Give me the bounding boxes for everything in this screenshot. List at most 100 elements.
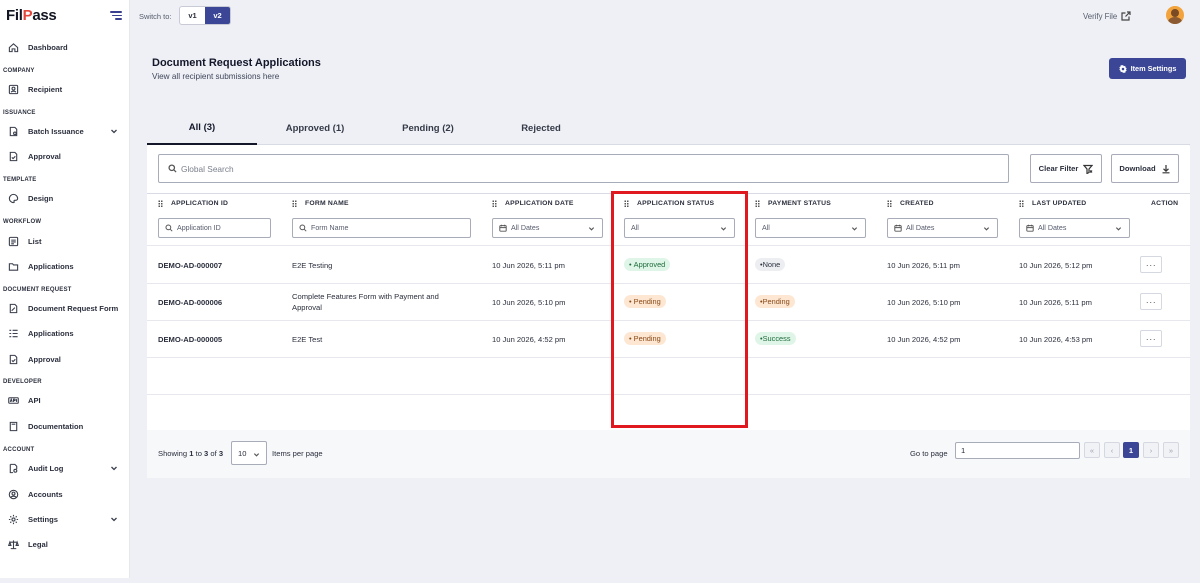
row-action-button[interactable]: ··· (1140, 293, 1162, 310)
sidebar-item-api[interactable]: API (8, 393, 126, 407)
sidebar-item-document-request-form[interactable]: Document Request Form (8, 301, 126, 315)
sidebar-item-list[interactable]: List (8, 234, 126, 248)
clear-filter-button[interactable]: Clear Filter (1030, 154, 1102, 183)
api-icon (8, 395, 19, 406)
payment-badge: • None (755, 258, 786, 271)
prev-page-button[interactable]: ‹ (1104, 442, 1120, 458)
drag-handle-icon[interactable] (292, 200, 297, 207)
sidebar-item-settings[interactable]: Settings (8, 512, 126, 526)
sidebar-item-request-applications[interactable]: Applications (8, 326, 126, 340)
calendar-icon (1026, 224, 1034, 232)
sidebar-item-design[interactable]: Design (8, 191, 126, 205)
chevron-down-icon (588, 227, 595, 231)
created-filter[interactable]: All Dates (887, 218, 998, 238)
payment-status-filter[interactable]: All (755, 218, 866, 238)
avatar[interactable] (1166, 6, 1184, 24)
page-1-button[interactable]: 1 (1123, 442, 1139, 458)
last-updated-cell: 10 Jun 2026, 5:11 pm (1019, 298, 1092, 307)
chevron-down-icon[interactable] (110, 515, 118, 523)
tab-all[interactable]: All (3) (147, 112, 257, 145)
menu-toggle-icon[interactable] (110, 11, 122, 20)
column-header-form-name[interactable]: FORM NAME (292, 200, 349, 207)
column-header-application-date[interactable]: APPLICATION DATE (492, 200, 574, 207)
tab-pending[interactable]: Pending (2) (373, 112, 483, 145)
sidebar-item-label: Settings (28, 514, 58, 524)
v2-button[interactable]: v2 (205, 7, 230, 24)
created-cell: 10 Jun 2026, 5:10 pm (887, 298, 961, 307)
sidebar-item-dashboard[interactable]: Dashboard (8, 40, 126, 54)
sidebar-item-recipient[interactable]: Recipient (8, 82, 126, 96)
form-name-cell: E2E Testing (292, 261, 333, 270)
last-updated-cell: 10 Jun 2026, 5:12 pm (1019, 261, 1093, 270)
sidebar-item-accounts[interactable]: Accounts (8, 487, 126, 501)
sidebar-item-documentation[interactable]: Documentation (8, 419, 126, 433)
sidebar-item-approval[interactable]: Approval (8, 149, 126, 163)
showing-count: Showing 1 to 3 of 3 (158, 449, 224, 458)
column-header-created[interactable]: CREATED (887, 200, 934, 207)
item-settings-button[interactable]: Item Settings (1109, 58, 1186, 79)
application-id-cell: DEMO-AD-000006 (158, 298, 223, 307)
palette-icon (8, 193, 19, 204)
drag-handle-icon[interactable] (1019, 200, 1024, 207)
sidebar: FilPass Dashboard COMPANY Recipient ISSU… (0, 0, 130, 578)
page-title: Document Request Applications (152, 57, 321, 69)
last-updated-filter[interactable]: All Dates (1019, 218, 1130, 238)
sidebar-item-label: Accounts (28, 489, 63, 499)
pagination-bar: Showing 1 to 3 of 3 10 Items per page Go… (147, 430, 1190, 478)
items-per-page-select[interactable]: 10 (231, 441, 267, 465)
column-header-application-id[interactable]: APPLICATION ID (158, 200, 228, 207)
sidebar-item-label: API (28, 395, 41, 405)
sidebar-item-batch-issuance[interactable]: Batch Issuance (8, 124, 126, 138)
chevron-down-icon (1115, 227, 1122, 231)
section-label: ACCOUNT (3, 447, 35, 453)
sidebar-item-applications[interactable]: Applications (8, 259, 126, 273)
chevron-down-icon[interactable] (110, 464, 118, 472)
payment-badge: • Pending (755, 295, 795, 308)
user-circle-icon (8, 489, 19, 500)
sidebar-item-audit-log[interactable]: Audit Log (8, 461, 126, 475)
column-header-payment-status[interactable]: PAYMENT STATUS (755, 200, 831, 207)
application-id-filter[interactable]: Application ID (158, 218, 271, 238)
next-page-button[interactable]: › (1143, 442, 1159, 458)
row-action-button[interactable]: ··· (1140, 256, 1162, 273)
drag-handle-icon[interactable] (492, 200, 497, 207)
tab-rejected[interactable]: Rejected (486, 112, 596, 145)
form-name-filter[interactable]: Form Name (292, 218, 471, 238)
download-label: Download (1119, 164, 1156, 173)
drag-handle-icon[interactable] (887, 200, 892, 207)
go-to-page-label: Go to page (910, 449, 948, 458)
v1-button[interactable]: v1 (180, 7, 205, 24)
section-label: COMPANY (3, 68, 35, 74)
sidebar-item-legal[interactable]: Legal (8, 537, 126, 551)
chevron-down-icon[interactable] (110, 127, 118, 135)
external-link-icon (1121, 11, 1131, 21)
download-button[interactable]: Download (1111, 154, 1179, 183)
form-name-cell: Complete Features Form with Payment and (292, 292, 439, 301)
sidebar-item-request-approval[interactable]: Approval (8, 352, 126, 366)
calendar-icon (499, 224, 507, 232)
form-name-cell: E2E Test (292, 335, 323, 344)
tab-approved[interactable]: Approved (1) (260, 112, 370, 145)
drag-handle-icon[interactable] (158, 200, 163, 207)
global-search-input[interactable]: Global Search (158, 154, 1009, 183)
sidebar-item-label: Legal (28, 539, 48, 549)
first-page-button[interactable]: « (1084, 442, 1100, 458)
drag-handle-icon[interactable] (755, 200, 760, 207)
verify-file-link[interactable]: Verify File (1083, 11, 1131, 21)
gear-icon (8, 514, 19, 525)
go-to-page-input[interactable]: 1 (955, 442, 1080, 459)
row-action-button[interactable]: ··· (1140, 330, 1162, 347)
sidebar-item-label: Audit Log (28, 463, 64, 473)
checklist-icon (8, 328, 19, 339)
application-date-filter[interactable]: All Dates (492, 218, 603, 238)
verify-file-label: Verify File (1083, 11, 1118, 21)
column-header-last-updated[interactable]: LAST UPDATED (1019, 200, 1086, 207)
application-id-cell: DEMO-AD-000005 (158, 335, 223, 344)
sidebar-item-label: Approval (28, 151, 61, 161)
form-name-cell-line2: Approval (292, 303, 322, 312)
last-page-button[interactable]: » (1163, 442, 1179, 458)
folder-icon (8, 261, 19, 272)
filter-clear-icon (1083, 164, 1094, 174)
section-label: ISSUANCE (3, 110, 36, 116)
filpass-logo[interactable]: FilPass (6, 7, 57, 24)
